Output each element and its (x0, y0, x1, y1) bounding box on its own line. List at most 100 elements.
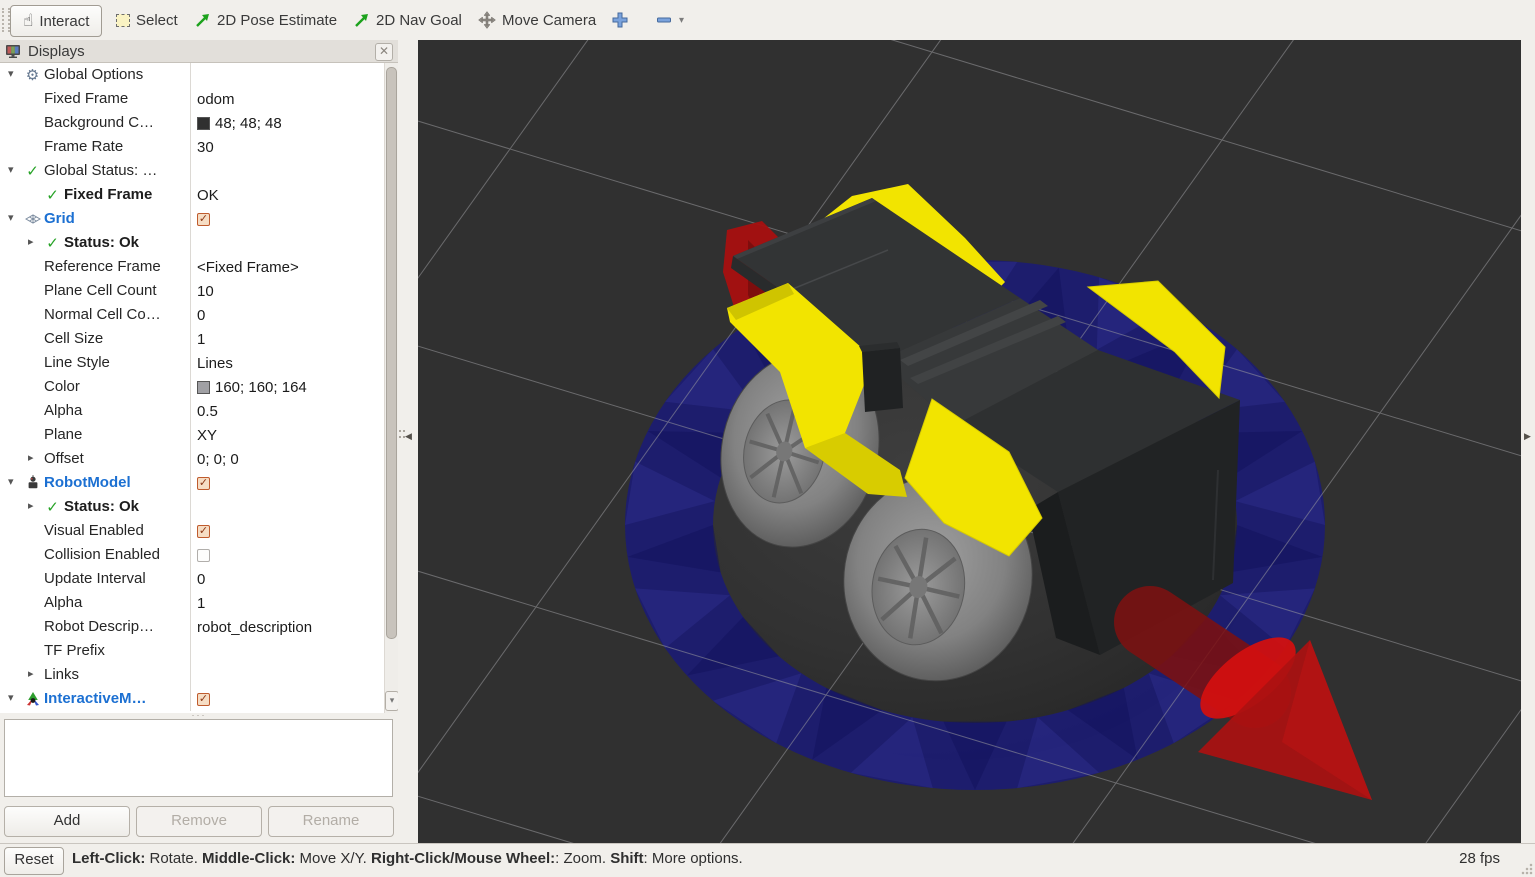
property-value[interactable] (190, 231, 389, 255)
property-value[interactable]: 48; 48; 48 (190, 111, 389, 135)
property-value[interactable] (190, 639, 389, 663)
display-property-row[interactable]: Background C…48; 48; 48 (0, 111, 398, 135)
checkbox-checked[interactable]: ✓ (197, 213, 210, 226)
reset-button[interactable]: Reset (4, 847, 64, 875)
expander-open-icon[interactable]: ▾ (8, 691, 14, 704)
property-value[interactable]: 0 (190, 567, 389, 591)
display-property-row[interactable]: TF Prefix (0, 639, 398, 663)
display-property-row[interactable]: ▾InteractiveM…✓ (0, 687, 398, 711)
value-text: odom (197, 91, 235, 108)
right-splitter-gutter[interactable]: ▶ (1521, 40, 1535, 843)
display-property-row[interactable]: Line StyleLines (0, 351, 398, 375)
tool-move-camera-button[interactable]: Move Camera (478, 5, 596, 35)
property-value[interactable] (190, 159, 389, 183)
property-value[interactable]: ✓ (190, 519, 389, 543)
display-property-row[interactable]: ✓Fixed FrameOK (0, 183, 398, 207)
remove-display-button[interactable]: Remove (136, 806, 262, 837)
display-property-row[interactable]: ▸✓Status: Ok (0, 231, 398, 255)
property-value[interactable] (190, 495, 389, 519)
display-property-row[interactable]: Alpha1 (0, 591, 398, 615)
toolbar-overflow-button[interactable]: ▾ (679, 5, 684, 35)
display-property-row[interactable]: Cell Size1 (0, 327, 398, 351)
tool-2d-nav-goal-button[interactable]: 2D Nav Goal (353, 5, 462, 35)
expander-open-icon[interactable]: ▾ (8, 67, 14, 80)
checkbox-checked[interactable]: ✓ (197, 693, 210, 706)
tool-select-button[interactable]: Select (116, 5, 178, 35)
rename-display-button[interactable]: Rename (268, 806, 394, 837)
displays-property-tree[interactable]: ▾⚙Global OptionsFixed FrameodomBackgroun… (0, 63, 398, 713)
display-property-row[interactable]: ▾⚙Global Options (0, 63, 398, 87)
display-property-row[interactable]: Plane Cell Count10 (0, 279, 398, 303)
display-property-row[interactable]: ▾Grid✓ (0, 207, 398, 231)
displays-panel-titlebar[interactable]: Displays ✕ (0, 40, 398, 63)
display-property-row[interactable]: ▾RobotModel✓ (0, 471, 398, 495)
display-property-row[interactable]: Color160; 160; 164 (0, 375, 398, 399)
display-property-row[interactable]: Update Interval0 (0, 567, 398, 591)
display-property-row[interactable]: ▾✓Global Status: … (0, 159, 398, 183)
checkbox-unchecked[interactable]: ✓ (197, 549, 210, 562)
tree-scrollbar-thumb[interactable] (386, 67, 397, 639)
status-ok-check-icon: ✓ (46, 498, 59, 516)
display-property-row[interactable]: Collision Enabled✓ (0, 543, 398, 567)
expander-open-icon[interactable]: ▾ (8, 475, 14, 488)
remove-tool-button[interactable] (656, 5, 672, 35)
property-value[interactable]: odom (190, 87, 389, 111)
property-value[interactable] (190, 63, 389, 87)
toolbar-drag-handle[interactable] (2, 8, 10, 32)
add-display-button[interactable]: Add (4, 806, 130, 837)
property-value[interactable]: ✓ (190, 687, 389, 711)
render-viewport-3d[interactable] (418, 40, 1521, 843)
expander-closed-icon[interactable]: ▸ (28, 235, 34, 248)
property-value[interactable]: ✓ (190, 543, 389, 567)
property-value[interactable]: OK (190, 183, 389, 207)
collapse-left-panel-icon[interactable]: ◀ (405, 431, 412, 442)
expander-closed-icon[interactable]: ▸ (28, 667, 34, 680)
property-value[interactable]: 30 (190, 135, 389, 159)
property-value[interactable]: <Fixed Frame> (190, 255, 389, 279)
property-value[interactable]: 0.5 (190, 399, 389, 423)
property-value[interactable]: 1 (190, 591, 389, 615)
tool-2d-pose-estimate-button[interactable]: 2D Pose Estimate (194, 5, 337, 35)
expander-closed-icon[interactable]: ▸ (28, 451, 34, 464)
display-property-row[interactable]: Robot Descrip…robot_description (0, 615, 398, 639)
property-value[interactable]: 160; 160; 164 (190, 375, 389, 399)
green-arrow-icon (353, 12, 370, 29)
property-value[interactable] (190, 663, 389, 687)
value-text: 0.5 (197, 403, 218, 420)
expander-open-icon[interactable]: ▾ (8, 211, 14, 224)
display-property-row[interactable]: ▸✓Status: Ok (0, 495, 398, 519)
window-resize-grip[interactable] (1521, 863, 1533, 875)
hand-pointer-icon: ☝ (23, 11, 33, 31)
expander-closed-icon[interactable]: ▸ (28, 499, 34, 512)
property-name: Links (44, 666, 79, 683)
display-property-row[interactable]: Reference Frame<Fixed Frame> (0, 255, 398, 279)
property-value[interactable]: Lines (190, 351, 389, 375)
expander-open-icon[interactable]: ▾ (8, 163, 14, 176)
display-property-row[interactable]: Normal Cell Co…0 (0, 303, 398, 327)
property-value[interactable]: 0; 0; 0 (190, 447, 389, 471)
property-value[interactable]: 1 (190, 327, 389, 351)
checkbox-checked[interactable]: ✓ (197, 477, 210, 490)
property-value[interactable]: robot_description (190, 615, 389, 639)
property-value[interactable]: 0 (190, 303, 389, 327)
property-value[interactable]: ✓ (190, 471, 389, 495)
property-value[interactable]: 10 (190, 279, 389, 303)
property-value[interactable]: ✓ (190, 207, 389, 231)
expand-right-panel-icon[interactable]: ▶ (1524, 431, 1531, 442)
property-value[interactable]: XY (190, 423, 389, 447)
display-property-row[interactable]: ▸ Links (0, 663, 398, 687)
value-text: 0; 0; 0 (197, 451, 239, 468)
tree-scrollbar-down-button[interactable]: ▾ (385, 691, 399, 711)
display-property-row[interactable]: PlaneXY (0, 423, 398, 447)
tool-interact-button[interactable]: ☝ Interact (10, 5, 102, 37)
display-property-row[interactable]: Fixed Frameodom (0, 87, 398, 111)
left-splitter-gutter[interactable]: ◀ (398, 40, 418, 843)
property-name: Status: Ok (64, 234, 139, 251)
checkbox-checked[interactable]: ✓ (197, 525, 210, 538)
display-property-row[interactable]: Alpha0.5 (0, 399, 398, 423)
display-property-row[interactable]: ▸Offset0; 0; 0 (0, 447, 398, 471)
add-tool-button[interactable] (612, 5, 628, 35)
close-icon[interactable]: ✕ (375, 43, 393, 61)
display-property-row[interactable]: Frame Rate30 (0, 135, 398, 159)
display-property-row[interactable]: Visual Enabled✓ (0, 519, 398, 543)
